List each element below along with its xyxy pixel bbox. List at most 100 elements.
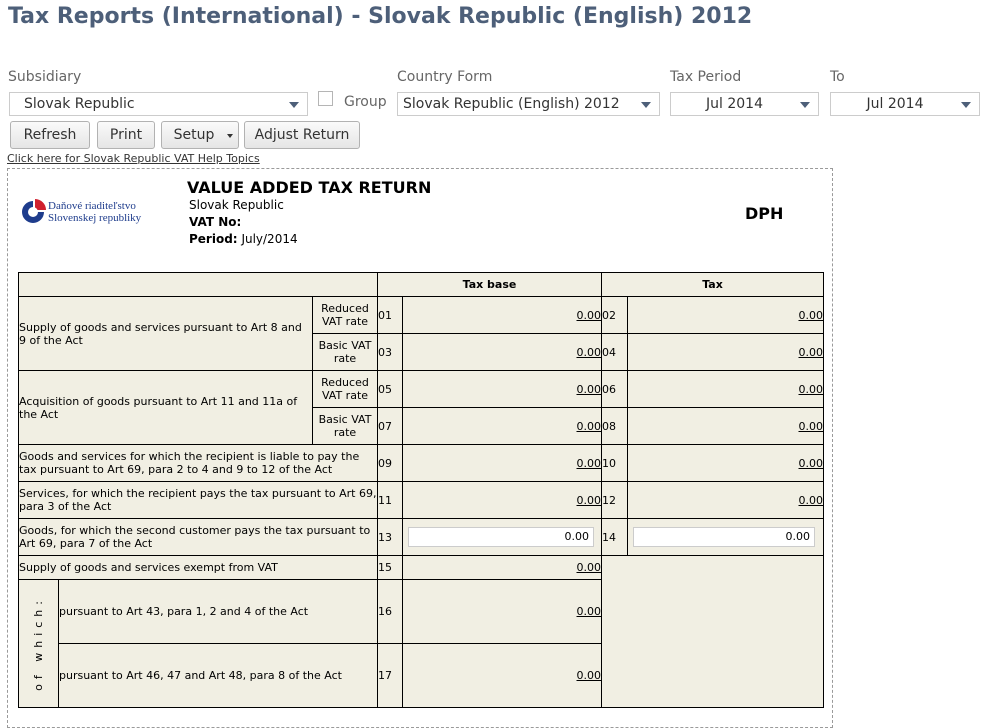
value-04[interactable]: 0.00 bbox=[627, 333, 824, 371]
refresh-button[interactable]: Refresh bbox=[10, 121, 90, 149]
value-09-text[interactable]: 0.00 bbox=[577, 457, 602, 470]
value-15[interactable]: 0.00 bbox=[402, 555, 602, 580]
row-services-recipient-desc: Services, for which the recipient pays t… bbox=[18, 481, 378, 519]
code-10: 10 bbox=[601, 444, 628, 482]
adjust-return-button[interactable]: Adjust Return bbox=[244, 121, 360, 149]
value-07[interactable]: 0.00 bbox=[402, 407, 602, 445]
value-01[interactable]: 0.00 bbox=[402, 296, 602, 334]
report-company: Slovak Republic bbox=[189, 198, 284, 212]
value-14-input[interactable]: 0.00 bbox=[633, 527, 815, 547]
value-14-cell: 0.00 bbox=[627, 518, 824, 556]
of-which-label: of which: bbox=[32, 596, 45, 691]
value-17[interactable]: 0.00 bbox=[402, 643, 602, 708]
value-07-text[interactable]: 0.00 bbox=[577, 420, 602, 433]
code-05: 05 bbox=[377, 370, 403, 408]
value-06-text[interactable]: 0.00 bbox=[799, 383, 824, 396]
code-16: 16 bbox=[377, 579, 403, 644]
caret-down-icon bbox=[227, 134, 233, 138]
value-17-text[interactable]: 0.00 bbox=[577, 669, 602, 682]
subsidiary-label: Subsidiary bbox=[8, 69, 82, 85]
to-period-select[interactable]: Jul 2014 bbox=[830, 92, 980, 116]
code-13: 13 bbox=[377, 518, 403, 556]
setup-label: Setup bbox=[173, 127, 215, 143]
to-label: To bbox=[830, 69, 845, 85]
chevron-down-icon bbox=[289, 102, 299, 108]
vat-help-link[interactable]: Click here for Slovak Republic VAT Help … bbox=[7, 152, 260, 165]
of-which-cell: of which: bbox=[18, 579, 59, 708]
code-04: 04 bbox=[601, 333, 628, 371]
table-row: Supply of goods and services exempt from… bbox=[18, 555, 824, 708]
value-03-text[interactable]: 0.00 bbox=[577, 346, 602, 359]
report-title: VALUE ADDED TAX RETURN bbox=[187, 178, 432, 197]
setup-button[interactable]: Setup bbox=[161, 121, 239, 149]
tax-period-select[interactable]: Jul 2014 bbox=[670, 92, 819, 116]
table-row: Supply of goods and services pursuant to… bbox=[18, 296, 824, 371]
period-label: Period: bbox=[189, 232, 238, 246]
country-form-select[interactable]: Slovak Republic (English) 2012 bbox=[397, 92, 660, 116]
print-button[interactable]: Print bbox=[97, 121, 155, 149]
row-exempt-desc: Supply of goods and services exempt from… bbox=[18, 555, 378, 580]
code-08: 08 bbox=[601, 407, 628, 445]
row-second-customer-desc: Goods, for which the second customer pay… bbox=[18, 518, 378, 556]
row-acquisition-desc: Acquisition of goods pursuant to Art 11 … bbox=[18, 370, 313, 445]
code-06: 06 bbox=[601, 370, 628, 408]
vat-no-label: VAT No: bbox=[189, 215, 242, 229]
tax-authority-logo-icon bbox=[22, 199, 46, 223]
row-recipient-liable-desc: Goods and services for which the recipie… bbox=[18, 444, 378, 482]
chevron-down-icon bbox=[961, 102, 971, 108]
country-form-label: Country Form bbox=[397, 69, 493, 85]
subsidiary-select[interactable]: Slovak Republic bbox=[9, 92, 308, 116]
value-09[interactable]: 0.00 bbox=[402, 444, 602, 482]
group-label: Group bbox=[344, 94, 387, 110]
subsidiary-value: Slovak Republic bbox=[24, 96, 135, 112]
value-08[interactable]: 0.00 bbox=[627, 407, 824, 445]
exempt-blank-area bbox=[601, 555, 824, 708]
value-12[interactable]: 0.00 bbox=[627, 481, 824, 519]
header-tax: Tax bbox=[601, 272, 824, 297]
table-row: Acquisition of goods pursuant to Art 11 … bbox=[18, 370, 824, 445]
value-02-text[interactable]: 0.00 bbox=[799, 309, 824, 322]
basic-rate-label: Basic VAT rate bbox=[312, 407, 378, 445]
header-tax-base: Tax base bbox=[377, 272, 602, 297]
value-10[interactable]: 0.00 bbox=[627, 444, 824, 482]
tax-period-label: Tax Period bbox=[670, 69, 742, 85]
reduced-rate-label: Reduced VAT rate bbox=[312, 296, 378, 334]
value-15-text[interactable]: 0.00 bbox=[577, 561, 602, 574]
country-form-value: Slovak Republic (English) 2012 bbox=[403, 96, 620, 112]
group-checkbox[interactable] bbox=[318, 91, 333, 106]
header-blank bbox=[18, 272, 378, 297]
tax-period-value: Jul 2014 bbox=[706, 96, 763, 112]
chevron-down-icon bbox=[800, 102, 810, 108]
basic-rate-label: Basic VAT rate bbox=[312, 333, 378, 371]
form-code: DPH bbox=[745, 204, 784, 223]
value-02[interactable]: 0.00 bbox=[627, 296, 824, 334]
row-supply-desc: Supply of goods and services pursuant to… bbox=[18, 296, 313, 371]
reduced-rate-label: Reduced VAT rate bbox=[312, 370, 378, 408]
value-05-text[interactable]: 0.00 bbox=[577, 383, 602, 396]
value-11-text[interactable]: 0.00 bbox=[577, 494, 602, 507]
table-row: Goods and services for which the recipie… bbox=[18, 444, 824, 482]
code-15: 15 bbox=[377, 555, 403, 580]
value-16-text[interactable]: 0.00 bbox=[577, 605, 602, 618]
value-11[interactable]: 0.00 bbox=[402, 481, 602, 519]
code-07: 07 bbox=[377, 407, 403, 445]
logo-line1: Daňové riaditeľstvo bbox=[48, 200, 136, 212]
value-01-text[interactable]: 0.00 bbox=[577, 309, 602, 322]
value-08-text[interactable]: 0.00 bbox=[799, 420, 824, 433]
value-16[interactable]: 0.00 bbox=[402, 579, 602, 644]
value-12-text[interactable]: 0.00 bbox=[799, 494, 824, 507]
value-10-text[interactable]: 0.00 bbox=[799, 457, 824, 470]
table-row: Goods, for which the second customer pay… bbox=[18, 518, 824, 556]
value-06[interactable]: 0.00 bbox=[627, 370, 824, 408]
logo-line2: Slovenskej republiky bbox=[48, 212, 142, 224]
value-04-text[interactable]: 0.00 bbox=[799, 346, 824, 359]
period-row: Period: July/2014 bbox=[189, 232, 298, 246]
table-header-row: Tax base Tax bbox=[18, 272, 824, 297]
value-03[interactable]: 0.00 bbox=[402, 333, 602, 371]
page-title: Tax Reports (International) - Slovak Rep… bbox=[8, 4, 753, 29]
period-value: July/2014 bbox=[241, 232, 298, 246]
value-13-input[interactable]: 0.00 bbox=[408, 527, 594, 547]
tax-authority-name: Daňové riaditeľstvo Slovenskej republiky bbox=[48, 200, 141, 224]
value-05[interactable]: 0.00 bbox=[402, 370, 602, 408]
row-art43-desc: pursuant to Art 43, para 1, 2 and 4 of t… bbox=[58, 579, 378, 644]
